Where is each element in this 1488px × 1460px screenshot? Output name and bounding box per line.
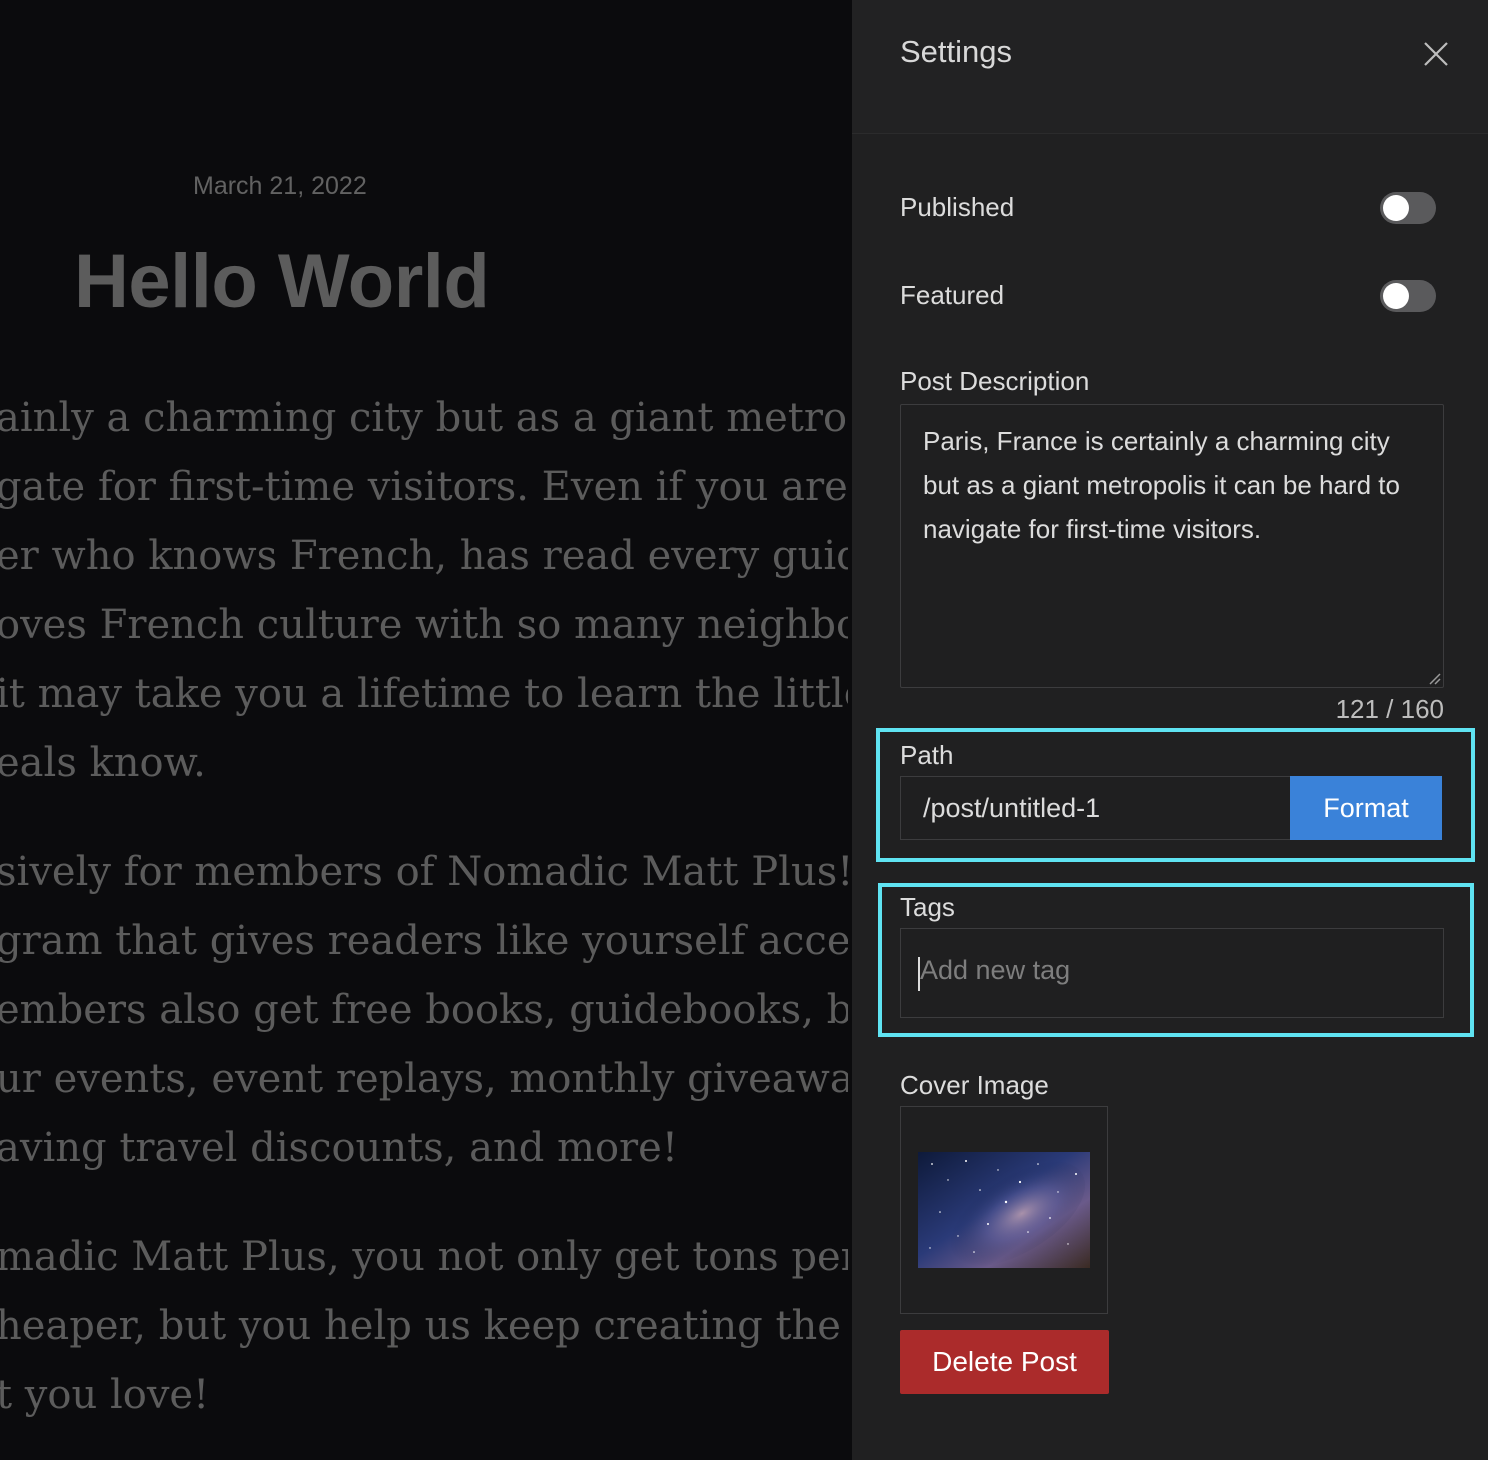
published-label: Published	[900, 192, 1015, 222]
article-paragraph: sively for members of Nomadic Matt Plus!…	[0, 838, 852, 1183]
tags-label: Tags	[900, 892, 955, 922]
resize-handle-icon[interactable]	[1427, 671, 1441, 685]
description-char-count: 121 / 160	[1335, 694, 1444, 724]
post-title: Hello World	[74, 239, 490, 324]
featured-row: Featured	[900, 276, 1440, 316]
post-description-label: Post Description	[900, 366, 1090, 396]
published-toggle[interactable]	[1380, 192, 1436, 224]
post-date: March 21, 2022	[193, 172, 367, 200]
paragraph-line: gram that gives readers like yourself ac…	[0, 918, 848, 964]
article-paragraph: madic Matt Plus, you not only get tons p…	[0, 1223, 852, 1430]
cover-image-picker[interactable]	[900, 1106, 1108, 1314]
paragraph-line: t you love!	[0, 1372, 210, 1418]
paragraph-line: ur events, event replays, monthly giveaw…	[0, 1056, 848, 1102]
cover-image-label: Cover Image	[900, 1070, 1049, 1100]
delete-post-button[interactable]: Delete Post	[900, 1330, 1109, 1394]
article-paragraph: ainly a charming city but as a giant met…	[0, 384, 852, 798]
starry-sky-image	[918, 1152, 1090, 1268]
paragraph-line: sively for members of Nomadic Matt Plus!…	[0, 849, 848, 895]
settings-header: Settings	[852, 0, 1488, 134]
paragraph-line: er who knows French, has read every guid…	[0, 533, 848, 579]
settings-title: Settings	[900, 34, 1013, 69]
post-description-textarea[interactable]: Paris, France is certainly a charming ci…	[900, 404, 1444, 688]
format-button[interactable]: Format	[1290, 776, 1442, 840]
path-input[interactable]: /post/untitled-1	[900, 776, 1290, 840]
featured-toggle[interactable]	[1380, 280, 1436, 312]
featured-label: Featured	[900, 280, 1005, 310]
article-preview: March 21, 2022 Hello World ainly a charm…	[0, 0, 852, 1460]
paragraph-line: heaper, but you help us keep creating th…	[0, 1303, 848, 1349]
paragraph-line: it may take you a lifetime to learn the …	[0, 671, 848, 717]
tags-input[interactable]: Add new tag	[900, 928, 1444, 1018]
close-icon	[1420, 38, 1452, 70]
paragraph-line: aving travel discounts, and more!	[0, 1125, 678, 1171]
paragraph-line: eals know.	[0, 740, 206, 786]
settings-panel: Settings Published Featured Post Descrip…	[852, 0, 1488, 1460]
toggle-knob	[1383, 195, 1409, 221]
post-description-text: Paris, France is certainly a charming ci…	[923, 426, 1400, 544]
paragraph-line: madic Matt Plus, you not only get tons p…	[0, 1234, 848, 1280]
path-label: Path	[900, 740, 954, 770]
paragraph-line: ainly a charming city but as a giant met…	[0, 395, 848, 441]
close-button[interactable]	[1420, 38, 1452, 70]
paragraph-line: oves French culture with so many neighbo…	[0, 602, 848, 648]
paragraph-line: embers also get free books, guidebooks, …	[0, 987, 848, 1033]
tags-placeholder: Add new tag	[920, 955, 1071, 985]
published-row: Published	[900, 188, 1440, 228]
toggle-knob	[1383, 283, 1409, 309]
paragraph-line: gate for first-time visitors. Even if yo…	[0, 464, 848, 510]
